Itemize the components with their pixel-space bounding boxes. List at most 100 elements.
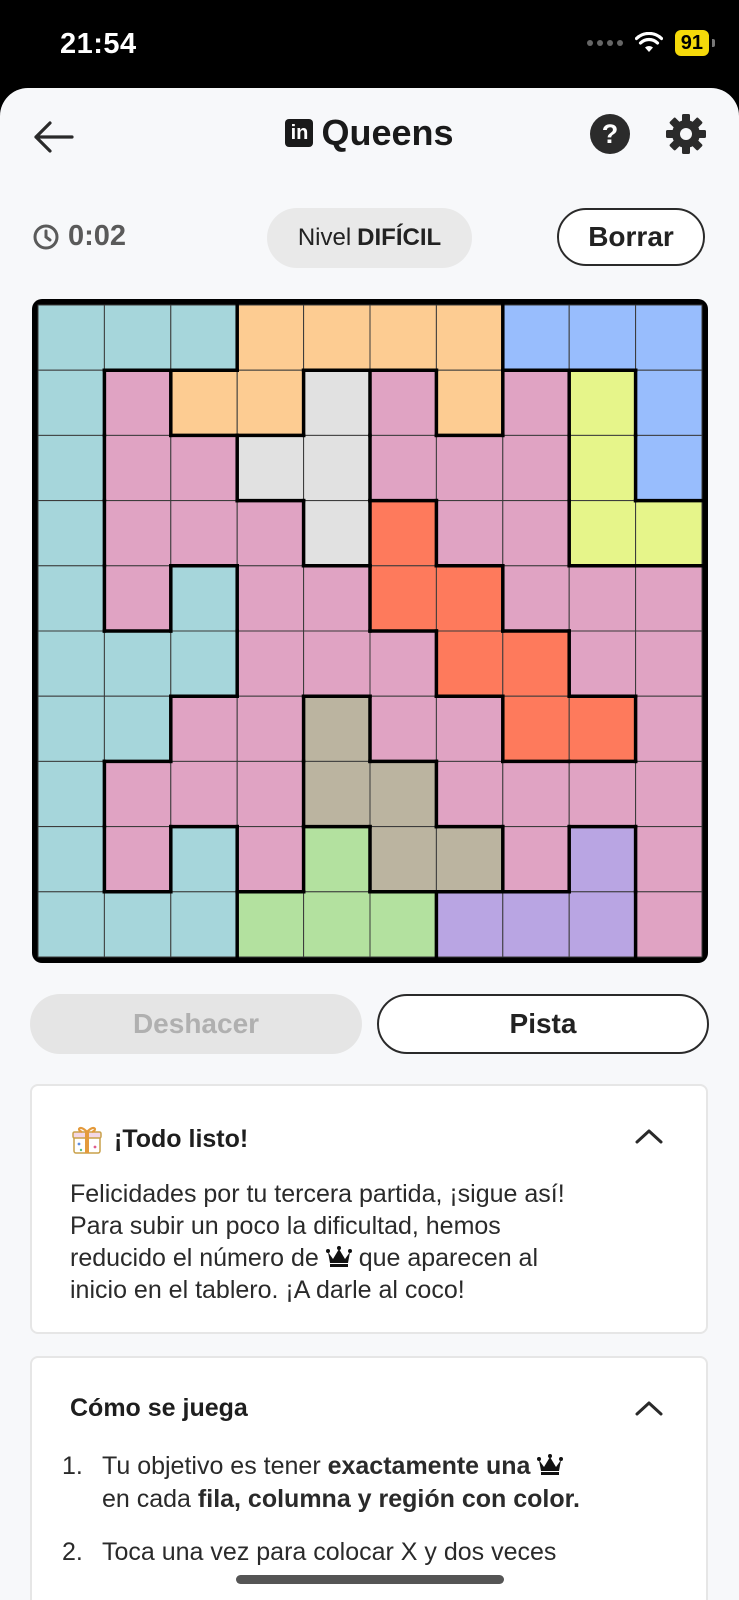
board-cell[interactable] — [303, 760, 371, 828]
board-cell[interactable] — [170, 826, 238, 893]
board-cell[interactable] — [435, 304, 504, 371]
board-cell[interactable] — [369, 500, 437, 567]
board-cell[interactable] — [435, 760, 504, 828]
board-cell[interactable] — [236, 369, 305, 436]
board-cell[interactable] — [568, 826, 637, 893]
board-cell[interactable] — [37, 304, 105, 371]
board-cell[interactable] — [170, 891, 238, 958]
board-cell[interactable] — [635, 826, 703, 893]
board-cell[interactable] — [635, 500, 703, 567]
board-cell[interactable] — [236, 434, 305, 502]
board-cell[interactable] — [502, 630, 570, 697]
board-cell[interactable] — [37, 891, 105, 958]
board-cell[interactable] — [369, 434, 437, 502]
board-cell[interactable] — [502, 891, 570, 958]
board-cell[interactable] — [37, 760, 105, 828]
board-cell[interactable] — [435, 630, 504, 697]
board-cell[interactable] — [435, 826, 504, 893]
board-cell[interactable] — [502, 369, 570, 436]
board-cell[interactable] — [635, 369, 703, 436]
board-cell[interactable] — [435, 695, 504, 762]
board-cell[interactable] — [236, 760, 305, 828]
board-cell[interactable] — [236, 630, 305, 697]
gear-icon[interactable] — [664, 112, 708, 156]
board-cell[interactable] — [369, 826, 437, 893]
board-cell[interactable] — [37, 695, 105, 762]
board-cell[interactable] — [303, 630, 371, 697]
board-cell[interactable] — [103, 826, 172, 893]
board-cell[interactable] — [568, 565, 637, 632]
board-cell[interactable] — [369, 695, 437, 762]
board-cell[interactable] — [236, 891, 305, 958]
undo-button[interactable]: Deshacer — [30, 994, 362, 1054]
board-cell[interactable] — [103, 369, 172, 436]
chevron-up-icon[interactable] — [634, 1398, 664, 1418]
board-cell[interactable] — [568, 434, 637, 502]
board-cell[interactable] — [435, 500, 504, 567]
board-cell[interactable] — [236, 304, 305, 371]
board-cell[interactable] — [568, 304, 637, 371]
board-cell[interactable] — [103, 630, 172, 697]
board-cell[interactable] — [103, 760, 172, 828]
board-cell[interactable] — [236, 565, 305, 632]
board-cell[interactable] — [502, 304, 570, 371]
board-cell[interactable] — [568, 760, 637, 828]
board-cell[interactable] — [103, 500, 172, 567]
board-cell[interactable] — [568, 500, 637, 567]
board-cell[interactable] — [435, 369, 504, 436]
board-cell[interactable] — [635, 760, 703, 828]
board-cell[interactable] — [303, 826, 371, 893]
board-cell[interactable] — [502, 565, 570, 632]
board-cell[interactable] — [635, 695, 703, 762]
board-cell[interactable] — [37, 565, 105, 632]
board-cell[interactable] — [303, 369, 371, 436]
board-cell[interactable] — [303, 695, 371, 762]
board-cell[interactable] — [170, 760, 238, 828]
board-cell[interactable] — [435, 434, 504, 502]
board-cell[interactable] — [568, 695, 637, 762]
board-cell[interactable] — [435, 565, 504, 632]
board-cell[interactable] — [303, 565, 371, 632]
board-cell[interactable] — [170, 630, 238, 697]
board-cell[interactable] — [37, 826, 105, 893]
board-cell[interactable] — [502, 434, 570, 502]
hint-button[interactable]: Pista — [377, 994, 709, 1054]
board-cell[interactable] — [568, 369, 637, 436]
board-cell[interactable] — [502, 695, 570, 762]
board-cell[interactable] — [170, 500, 238, 567]
board-cell[interactable] — [635, 630, 703, 697]
board-cell[interactable] — [502, 500, 570, 567]
chevron-up-icon[interactable] — [634, 1126, 664, 1146]
board-cell[interactable] — [236, 500, 305, 567]
help-button[interactable]: ? — [590, 114, 630, 154]
board-cell[interactable] — [635, 565, 703, 632]
board-cell[interactable] — [303, 304, 371, 371]
board-cell[interactable] — [435, 891, 504, 958]
board-cell[interactable] — [103, 304, 172, 371]
board-cell[interactable] — [37, 434, 105, 502]
board-cell[interactable] — [103, 565, 172, 632]
board-cell[interactable] — [568, 630, 637, 697]
board-cell[interactable] — [369, 891, 437, 958]
board-cell[interactable] — [37, 500, 105, 567]
board-cell[interactable] — [369, 565, 437, 632]
board-cell[interactable] — [502, 826, 570, 893]
board-cell[interactable] — [236, 695, 305, 762]
board-cell[interactable] — [103, 434, 172, 502]
board-cell[interactable] — [369, 369, 437, 436]
board-cell[interactable] — [170, 695, 238, 762]
clear-button[interactable]: Borrar — [557, 208, 705, 266]
board-cell[interactable] — [170, 434, 238, 502]
board-cell[interactable] — [635, 304, 703, 371]
board-cell[interactable] — [103, 695, 172, 762]
board-cell[interactable] — [369, 304, 437, 371]
board-cell[interactable] — [635, 434, 703, 502]
board-cell[interactable] — [37, 630, 105, 697]
board-cell[interactable] — [103, 891, 172, 958]
board-cell[interactable] — [236, 826, 305, 893]
board-cell[interactable] — [369, 630, 437, 697]
board-cell[interactable] — [369, 760, 437, 828]
board-cell[interactable] — [170, 565, 238, 632]
board-cell[interactable] — [303, 434, 371, 502]
board-cell[interactable] — [303, 891, 371, 958]
